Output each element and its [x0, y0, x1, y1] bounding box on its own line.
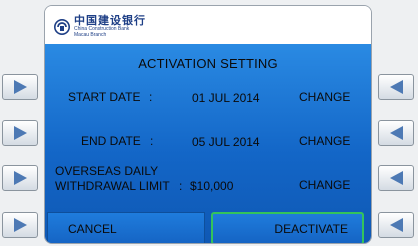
end-date-label: END DATE — [81, 134, 141, 148]
atm-screen: 中国建设银行 China Construction Bank Macau Bra… — [44, 5, 372, 244]
screen-header: 中国建设银行 China Construction Bank Macau Bra… — [45, 6, 371, 44]
right-function-key-4[interactable] — [378, 212, 414, 238]
page-title: ACTIVATION SETTING — [138, 56, 278, 71]
ccb-logo-icon — [54, 18, 70, 35]
end-date-separator: : — [150, 134, 154, 148]
triangle-left-icon — [389, 126, 403, 140]
triangle-left-icon — [389, 80, 403, 94]
left-function-key-1[interactable] — [2, 74, 38, 100]
left-function-key-4[interactable] — [2, 212, 38, 238]
triangle-right-icon — [13, 126, 27, 140]
right-function-key-3[interactable] — [378, 165, 414, 191]
right-function-key-1[interactable] — [378, 74, 414, 100]
end-date-change: CHANGE — [299, 134, 351, 148]
cancel-button[interactable]: CANCEL — [47, 212, 205, 243]
end-date-value: 05 JUL 2014 — [192, 135, 260, 149]
start-date-value: 01 JUL 2014 — [192, 91, 260, 105]
withdrawal-limit-label-line2: WITHDRAWAL LIMIT — [55, 179, 170, 193]
right-function-key-2[interactable] — [378, 120, 414, 146]
withdrawal-limit-value: $10,000 — [190, 179, 234, 193]
deactivate-button-label: DEACTIVATE — [274, 221, 348, 236]
triangle-left-icon — [389, 171, 403, 185]
start-date-separator: : — [149, 90, 153, 104]
withdrawal-limit-separator: : — [179, 179, 183, 193]
cancel-button-label: CANCEL — [68, 221, 117, 236]
deactivate-button[interactable]: DEACTIVATE — [211, 212, 364, 243]
triangle-left-icon — [389, 218, 403, 232]
triangle-right-icon — [13, 80, 27, 94]
bank-logo: 中国建设银行 China Construction Bank Macau Bra… — [54, 15, 146, 38]
left-function-key-2[interactable] — [2, 120, 38, 146]
left-function-key-3[interactable] — [2, 165, 38, 191]
activation-panel: ACTIVATION SETTING START DATE : 01 JUL 2… — [45, 44, 371, 243]
triangle-right-icon — [13, 171, 27, 185]
start-date-change: CHANGE — [299, 90, 351, 104]
triangle-right-icon — [13, 218, 27, 232]
withdrawal-limit-label-line1: OVERSEAS DAILY — [55, 164, 159, 178]
bank-branch: Macau Branch — [74, 32, 107, 38]
withdrawal-limit-change: CHANGE — [299, 178, 351, 192]
bank-name-chinese: 中国建设银行 — [74, 14, 146, 27]
start-date-label: START DATE — [68, 90, 141, 104]
